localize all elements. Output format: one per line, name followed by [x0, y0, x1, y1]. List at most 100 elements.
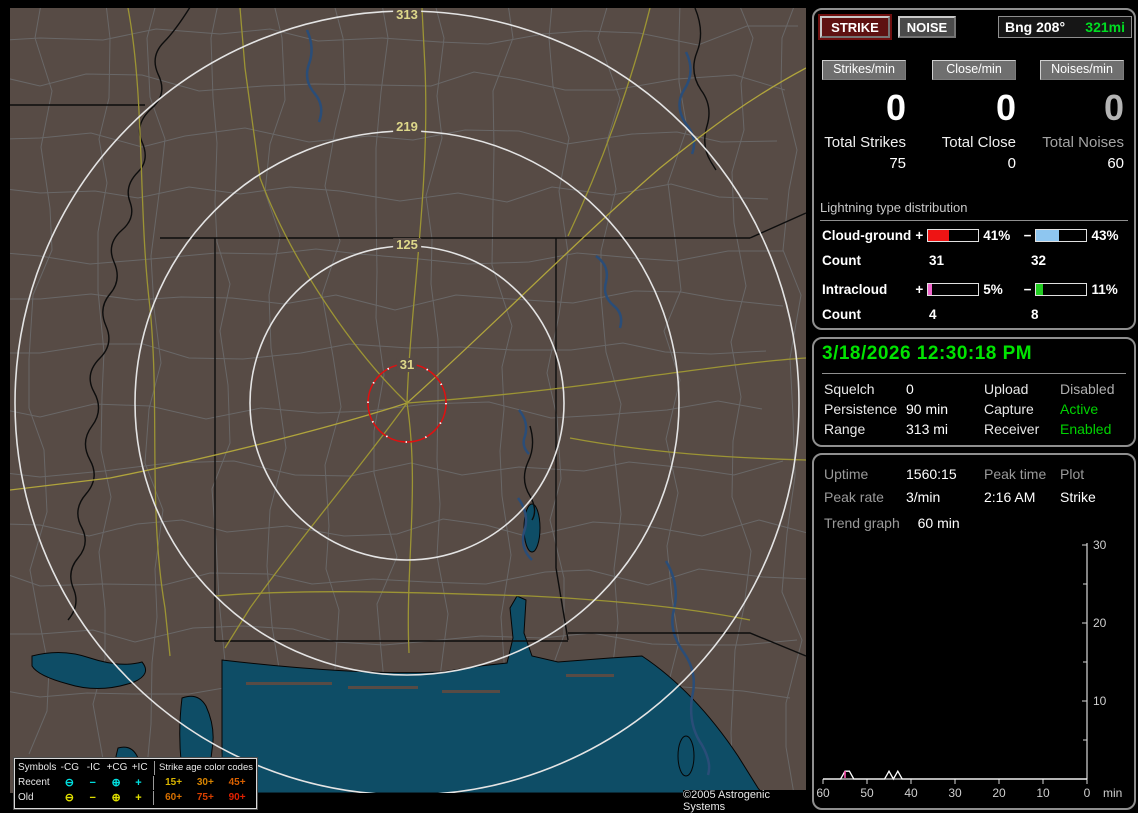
ic-negative-count: 8 — [1031, 307, 1039, 322]
total-noises-label: Total Noises — [1042, 134, 1124, 151]
intracloud-row: Intracloud + 5% − 11% — [822, 282, 1130, 297]
y-tick-label: 10 — [1093, 694, 1107, 708]
cg-negative-count: 32 — [1031, 253, 1047, 268]
legend-symbol: − — [89, 776, 96, 789]
legend-header--cg: -CG — [60, 762, 80, 773]
strike-button[interactable]: STRIKE — [820, 16, 890, 38]
noise-button[interactable]: NOISE — [898, 16, 956, 38]
trend-graph-label: Trend graph — [824, 515, 900, 531]
strike-counters-panel: STRIKE NOISE Bng 208° 321mi Strikes/min … — [812, 8, 1136, 330]
state-borders — [10, 8, 806, 657]
legend-divider — [154, 760, 155, 775]
trend-graph-row: Trend graph 60 min — [824, 515, 960, 531]
legend-header-+cg: +CG — [106, 762, 128, 773]
upload-status: Disabled — [1060, 381, 1115, 397]
peak-time-value: 2:16 AM — [984, 489, 1036, 505]
legend-header-+ic: +IC — [131, 762, 148, 773]
upload-label: Upload — [984, 381, 1029, 397]
legend-age-code: 60+ — [165, 792, 183, 803]
x-tick-label: 40 — [904, 786, 918, 800]
total-close-label: Total Close — [941, 134, 1016, 151]
legend-age-code: 30+ — [196, 777, 214, 788]
legend-header-symbols: Symbols — [18, 762, 57, 773]
x-tick-label: 0 — [1084, 786, 1091, 800]
legend-age-code: 90+ — [228, 792, 246, 803]
count-label: Count — [822, 307, 861, 322]
legend-age-header: Strike age color codes — [159, 762, 253, 773]
intracloud-count-row: Count 4 8 — [822, 307, 1039, 322]
plus-sign: + — [915, 282, 924, 297]
strikes-per-min-button[interactable]: Strikes/min — [822, 60, 906, 80]
ic-positive-bar — [927, 283, 980, 296]
ic-positive-pct: 5% — [983, 282, 1003, 297]
legend-divider — [152, 790, 154, 805]
capture-label: Capture — [984, 401, 1034, 417]
cg-positive-count: 31 — [929, 253, 945, 268]
uptime-label: Uptime — [824, 466, 869, 482]
total-close-value: 0 — [1007, 155, 1016, 172]
trend-graph-window: 60 min — [917, 515, 960, 531]
legend-symbol: ⊖ — [64, 792, 74, 804]
copyright-text: ©2005 Astrogenic Systems — [683, 789, 808, 813]
receiver-label: Receiver — [984, 421, 1040, 437]
cloud-ground-count-row: Count 31 32 — [822, 253, 1046, 268]
map-symbol-legend: Symbols -CG -IC +CG +IC Strike age color code… — [13, 757, 258, 810]
legend-symbol: + — [135, 776, 142, 789]
cloud-ground-row: Cloud-ground + 41% − 43% — [822, 228, 1130, 243]
uptime-value: 1560:15 — [906, 466, 957, 482]
strikes-column: Strikes/min 0 Total Strikes 75 — [822, 60, 906, 180]
legend-divider — [152, 775, 154, 790]
separator — [822, 373, 1126, 374]
status-grid: Squelch 0 Upload Disabled Persistence 90… — [824, 379, 1128, 439]
ring-label-125: 125 — [393, 238, 421, 252]
x-tick-label: 10 — [1036, 786, 1050, 800]
noises-per-min-button[interactable]: Noises/min — [1040, 60, 1124, 80]
bearing-distance: 321mi — [1085, 19, 1125, 35]
uptime-trend-panel: Uptime 1560:15 Peak time Plot Peak rate … — [812, 453, 1136, 810]
squelch-value: 0 — [906, 381, 914, 397]
x-tick-label: 30 — [948, 786, 962, 800]
intracloud-label: Intracloud — [822, 282, 888, 297]
close-per-min-value: 0 — [995, 87, 1016, 128]
plus-sign: + — [915, 228, 924, 243]
cg-negative-pct: 43% — [1091, 228, 1119, 243]
legend-symbol: − — [89, 791, 96, 804]
uptime-grid: Uptime 1560:15 Peak time Plot Peak rate … — [824, 463, 1128, 509]
bearing-display: Bng 208° 321mi — [998, 16, 1132, 38]
range-label: Range — [824, 421, 866, 437]
strikes-per-min-value: 0 — [885, 87, 906, 128]
cg-negative-bar — [1035, 229, 1088, 242]
receiver-status: Enabled — [1060, 421, 1112, 437]
range-value: 313 mi — [906, 421, 949, 437]
ic-negative-bar — [1035, 283, 1088, 296]
minus-sign: − — [1023, 282, 1032, 297]
peak-time-label: Peak time — [984, 466, 1047, 482]
trend-line — [823, 769, 1087, 781]
x-axis-unit-label: min — [1103, 786, 1122, 800]
x-tick-label: 50 — [860, 786, 874, 800]
datetime-display: 3/18/2026 12:30:18 PM — [822, 343, 1033, 364]
total-strikes-label: Total Strikes — [824, 134, 906, 151]
status-panel: 3/18/2026 12:30:18 PM Squelch 0 Upload D… — [812, 337, 1136, 447]
peak-rate-label: Peak rate — [824, 489, 884, 505]
ring-label-219: 219 — [393, 120, 421, 134]
plot-label: Plot — [1060, 466, 1085, 482]
persistence-value: 90 min — [906, 401, 949, 417]
map-canvas[interactable]: 313 219 125 31 — [10, 8, 806, 793]
close-column: Close/min 0 Total Close 0 — [932, 60, 1016, 180]
close-per-min-button[interactable]: Close/min — [932, 60, 1016, 80]
cg-positive-bar — [927, 229, 980, 242]
noises-column: Noises/min 0 Total Noises 60 — [1040, 60, 1124, 180]
legend-symbol: ⊕ — [111, 792, 121, 804]
legend-age-code: 75+ — [196, 792, 214, 803]
peak-rate-value: 3/min — [906, 489, 941, 505]
y-tick-label: 20 — [1093, 616, 1107, 630]
capture-status: Active — [1060, 401, 1099, 417]
ring-label-31: 31 — [396, 358, 418, 372]
legend-row-label: Recent — [18, 777, 50, 788]
persistence-label: Persistence — [824, 401, 898, 417]
distribution-title: Lightning type distribution — [820, 200, 1128, 221]
legend-row-label: Old — [18, 792, 34, 803]
squelch-label: Squelch — [824, 381, 875, 397]
legend-age-code: 15+ — [165, 777, 183, 788]
